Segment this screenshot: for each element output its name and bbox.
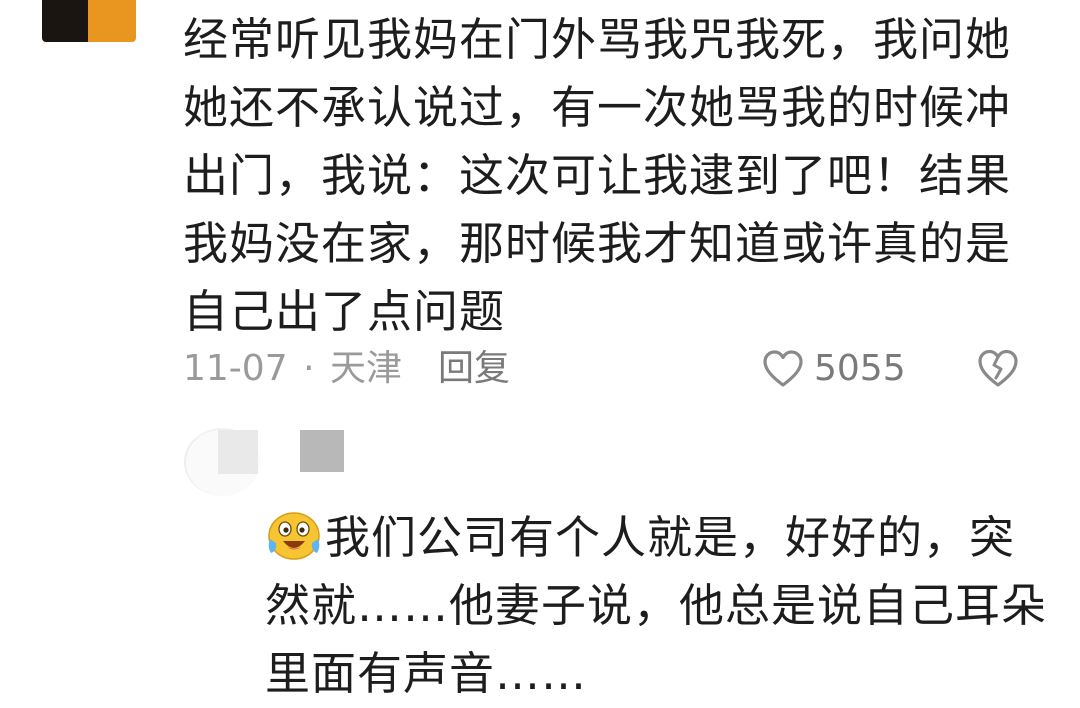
heart-outline-icon [763, 350, 803, 387]
like-count: 5055 [814, 348, 906, 389]
dislike-button[interactable] [976, 346, 1020, 390]
reply-avatar[interactable] [184, 428, 260, 496]
laughing-crying-emoji-icon [268, 512, 320, 560]
comment-line: 经常听见我妈在门外骂我咒我死，我问她 [183, 13, 1012, 66]
comment-line: 她还不承认说过，有一次她骂我的时候冲 [183, 81, 1012, 134]
reply-line: 然就……他妻子说，他总是说自己耳朵 [265, 579, 1048, 632]
comment-location: 天津 [329, 348, 402, 389]
reply-body: 我们公司有个人就是，好好的，突 然就……他妻子说，他总是说自己耳朵 里面有声音…… [265, 504, 1055, 708]
comment-line: 出门，我说：这次可让我逮到了吧！结果 [183, 149, 1012, 202]
comment-body: 经常听见我妈在门外骂我咒我死，我问她 她还不承认说过，有一次她骂我的时候冲 出门… [183, 6, 1012, 346]
commenter-avatar[interactable] [42, 0, 136, 42]
comment-line: 我妈没在家，那时候我才知道或许真的是 [183, 217, 1012, 270]
reply-line: 里面有声音…… [265, 647, 588, 700]
reply-username-redacted[interactable] [300, 430, 344, 472]
comment-line: 自己出了点问题 [183, 285, 506, 338]
comment-meta: 11-07 · 天津 [183, 344, 402, 394]
reply-button[interactable]: 回复 [438, 344, 510, 394]
comment-date: 11-07 [183, 348, 288, 389]
meta-separator: · [303, 348, 315, 389]
reply-line-first: 我们公司有个人就是，好好的，突 [265, 504, 1055, 572]
like-button[interactable]: 5055 [762, 344, 906, 394]
reply-line: 我们公司有个人就是，好好的，突 [325, 511, 1016, 564]
broken-heart-icon [978, 349, 1018, 387]
